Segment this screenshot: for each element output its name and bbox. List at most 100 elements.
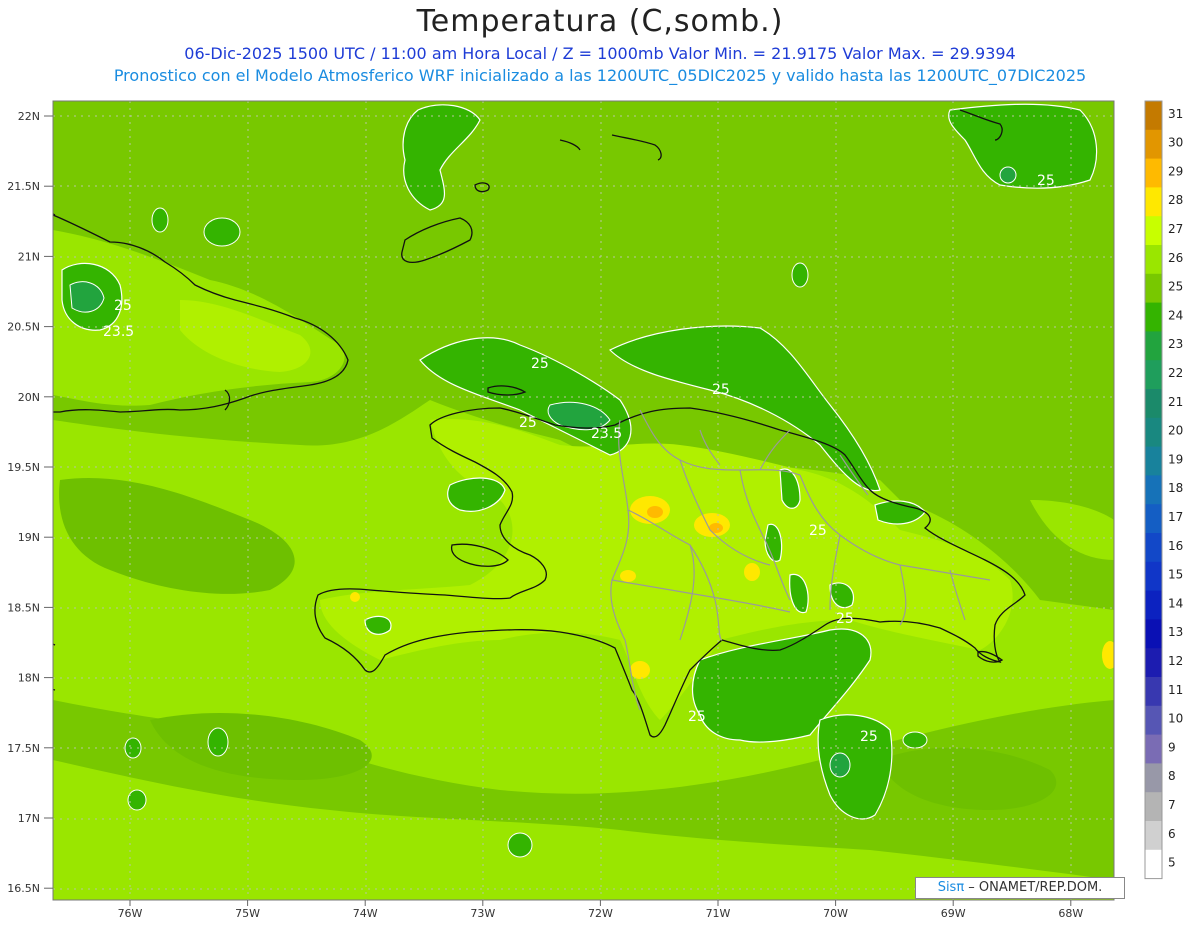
hotspot-28-5 bbox=[620, 570, 636, 582]
contour-label: 23.5 bbox=[103, 324, 134, 340]
cell-9 bbox=[999, 166, 1017, 184]
hotspot-29-1 bbox=[647, 506, 663, 518]
lon-tick-label: 75W bbox=[235, 907, 260, 920]
contour-label: 23.5 bbox=[591, 426, 622, 442]
contour-label: 25 bbox=[860, 729, 878, 745]
hotspot-28-7 bbox=[1102, 641, 1114, 669]
credit-org: – ONAMET/REP.DOM. bbox=[964, 880, 1103, 895]
colorbar-label: 12 bbox=[1168, 654, 1183, 668]
colorbar-label: 11 bbox=[1168, 683, 1183, 697]
contour-label: 25 bbox=[809, 523, 827, 539]
coast-jamaica-edge bbox=[53, 212, 56, 216]
coast-jamaica-edge-2 bbox=[53, 643, 56, 646]
colorbar-swatch bbox=[1145, 705, 1162, 736]
lat-tick-label: 18N bbox=[18, 672, 40, 685]
colorbar-label: 6 bbox=[1168, 827, 1176, 841]
colorbar-label: 29 bbox=[1168, 164, 1183, 178]
lon-tick-label: 71W bbox=[706, 907, 731, 920]
colorbar-label: 19 bbox=[1168, 452, 1183, 466]
cell-8 bbox=[902, 731, 928, 749]
contour-label: 25 bbox=[531, 356, 549, 372]
contour-label: 25 bbox=[114, 298, 132, 314]
lon-tick-label: 68W bbox=[1058, 907, 1083, 920]
lat-tick-label: 16.5N bbox=[7, 882, 40, 895]
colorbar-label: 21 bbox=[1168, 395, 1183, 409]
colorbar-swatch bbox=[1145, 561, 1162, 592]
colorbar-label: 8 bbox=[1168, 769, 1176, 783]
colorbar-swatch bbox=[1145, 129, 1162, 160]
cell-3 bbox=[791, 262, 809, 288]
cell-5 bbox=[127, 789, 147, 811]
colorbar-label: 18 bbox=[1168, 481, 1183, 495]
cell-1 bbox=[203, 217, 241, 247]
colorbar-swatch bbox=[1145, 475, 1162, 505]
colorbar-swatch bbox=[1145, 245, 1162, 275]
lat-tick-label: 19N bbox=[18, 531, 40, 544]
longitude-axis: 76W 75W 74W 73W 72W 71W 70W 69W 68W bbox=[118, 900, 1083, 920]
lat-tick-label: 22N bbox=[18, 110, 40, 123]
colorbar-swatch bbox=[1145, 446, 1162, 476]
colorbar-swatch bbox=[1145, 763, 1162, 793]
lat-tick-label: 20N bbox=[18, 391, 40, 404]
colorbar-label: 10 bbox=[1168, 712, 1183, 726]
colorbar-label: 7 bbox=[1168, 798, 1176, 812]
lat-tick-label: 21.5N bbox=[7, 180, 40, 193]
lat-tick-label: 19.5N bbox=[7, 461, 40, 474]
colorbar-label: 26 bbox=[1168, 251, 1183, 265]
latitude-axis: 22N 21.5N 21N 20.5N 20N 19.5N 19N 18.5N 18N 17.5N… bbox=[7, 110, 53, 895]
colorbar-swatch bbox=[1145, 187, 1162, 217]
colorbar-swatch bbox=[1145, 821, 1162, 851]
colorbar-swatch bbox=[1145, 273, 1162, 304]
colorbar-label: 16 bbox=[1168, 539, 1183, 553]
colorbar-swatch bbox=[1145, 389, 1162, 419]
colorbar-label: 14 bbox=[1168, 596, 1183, 610]
colorbar-label: 5 bbox=[1168, 856, 1176, 870]
lon-tick-label: 69W bbox=[941, 907, 966, 920]
contour-label: 25 bbox=[836, 611, 854, 627]
lon-tick-label: 70W bbox=[823, 907, 848, 920]
colorbar-label: 9 bbox=[1168, 740, 1176, 754]
lat-tick-label: 17N bbox=[18, 812, 40, 825]
colorbar-swatch bbox=[1145, 734, 1162, 764]
colorbar-label: 30 bbox=[1168, 136, 1183, 150]
colorbar-swatch bbox=[1145, 677, 1162, 707]
colorbar-swatch bbox=[1145, 216, 1162, 246]
colorbar-label: 24 bbox=[1168, 308, 1183, 322]
cell-6 bbox=[207, 727, 229, 757]
colorbar-swatch bbox=[1145, 792, 1162, 822]
lat-tick-label: 20.5N bbox=[7, 321, 40, 334]
lon-tick-label: 74W bbox=[353, 907, 378, 920]
lat-tick-label: 21N bbox=[18, 250, 40, 263]
colorbar-swatch bbox=[1145, 302, 1162, 332]
contour-label: 25 bbox=[712, 382, 730, 398]
lat-tick-label: 17.5N bbox=[7, 742, 40, 755]
colorbar-swatch bbox=[1145, 158, 1162, 188]
colorbar-label: 28 bbox=[1168, 193, 1183, 207]
colorbar-swatch bbox=[1145, 504, 1162, 534]
colorbar-label: 17 bbox=[1168, 510, 1183, 524]
colorbar-label: 13 bbox=[1168, 625, 1183, 639]
field-23-sea-se bbox=[829, 752, 851, 778]
hotspot-28-6 bbox=[350, 592, 360, 602]
lat-tick-label: 18.5N bbox=[7, 601, 40, 614]
colorbar-swatch bbox=[1145, 331, 1162, 361]
colorbar-swatch bbox=[1145, 590, 1162, 620]
cell-7 bbox=[507, 832, 533, 858]
colorbar-swatch bbox=[1145, 533, 1162, 563]
contour-label: 25 bbox=[1037, 173, 1055, 189]
temperature-field bbox=[53, 101, 1114, 900]
colorbar-swatch bbox=[1145, 417, 1162, 448]
hotspot-28-4 bbox=[744, 563, 760, 581]
cell-2 bbox=[151, 207, 169, 233]
credit-brand: Sisπ bbox=[937, 880, 965, 895]
colorbar-label: 15 bbox=[1168, 568, 1183, 582]
colorbar-swatch bbox=[1145, 619, 1162, 649]
colorbar-label: 23 bbox=[1168, 337, 1183, 351]
contour-label: 25 bbox=[519, 415, 537, 431]
coast-jamaica-edge-3 bbox=[53, 688, 56, 691]
colorbar-label: 31 bbox=[1168, 107, 1183, 121]
lon-tick-label: 72W bbox=[588, 907, 613, 920]
hotspot-28-3 bbox=[630, 661, 650, 679]
colorbar-label: 20 bbox=[1168, 424, 1183, 438]
colorbar-label: 22 bbox=[1168, 366, 1183, 380]
